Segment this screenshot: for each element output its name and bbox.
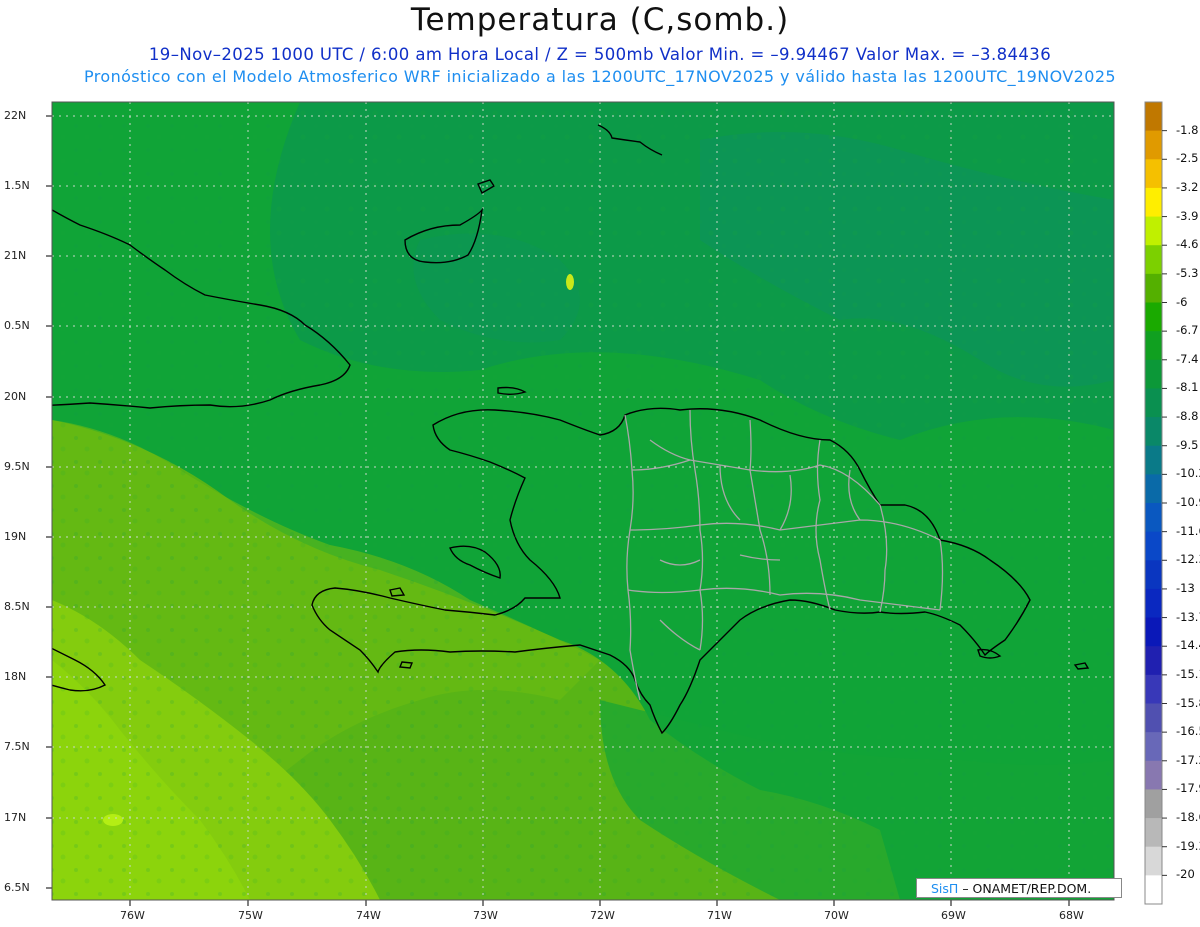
lon-label: 75W	[238, 909, 263, 922]
lat-label: 22N	[4, 109, 27, 122]
colorbar-label: -3.2	[1176, 179, 1199, 194]
colorbar-swatch	[1145, 273, 1162, 303]
lat-label: 9.5N	[4, 460, 30, 473]
colorbar-label: -7.4	[1176, 351, 1199, 366]
colorbar-swatch	[1145, 331, 1162, 361]
colorbar-swatch	[1145, 417, 1162, 447]
colorbar-swatch	[1145, 789, 1162, 819]
colorbar-label: -19.3	[1176, 838, 1200, 853]
colorbar-swatch	[1145, 818, 1162, 848]
colorbar-label: -1.8	[1176, 122, 1199, 137]
colorbar-swatch	[1145, 846, 1162, 876]
lon-label: 73W	[473, 909, 498, 922]
colorbar-label: -5.3	[1176, 265, 1199, 280]
lat-label: 19N	[4, 530, 27, 543]
colorbar-label: -8.8	[1176, 409, 1199, 424]
colorbar-label: -9.5	[1176, 437, 1199, 452]
lat-label: 8.5N	[4, 600, 30, 613]
colorbar-label: -15.8	[1176, 695, 1200, 710]
credit-text: – ONAMET/REP.DOM.	[962, 881, 1092, 896]
colorbar-swatch	[1145, 245, 1162, 275]
colorbar-label: -6.7	[1176, 323, 1199, 338]
colorbar-label: -14.4	[1176, 638, 1200, 653]
colorbar-label: -17.2	[1176, 752, 1200, 767]
colorbar-label: -15.1	[1176, 666, 1200, 681]
map-title: Temperatura (C,somb.)	[410, 2, 790, 38]
colorbar-swatch	[1145, 703, 1162, 733]
colorbar-swatch	[1145, 216, 1162, 246]
colorbar-swatch	[1145, 474, 1162, 504]
weather-map	[46, 101, 1167, 906]
colorbar-label: -18.6	[1176, 810, 1200, 825]
colorbar-swatch	[1145, 388, 1162, 418]
colorbar-label: -11.6	[1176, 523, 1200, 538]
colorbar-swatch	[1145, 588, 1162, 619]
lon-label: 70W	[824, 909, 849, 922]
colorbar-label: -12.3	[1176, 552, 1200, 567]
colorbar-swatch	[1145, 503, 1162, 533]
colorbar-label: -8.1	[1176, 380, 1199, 395]
lat-label: 21N	[4, 249, 27, 262]
colorbar-swatch	[1145, 646, 1162, 676]
colorbar-label: -17.9	[1176, 781, 1200, 796]
colorbar-label: -3.9	[1176, 208, 1199, 223]
lat-label: 1.5N	[4, 179, 30, 192]
lat-label: 20N	[4, 390, 27, 403]
colorbar-swatch	[1145, 359, 1162, 389]
colorbar-label: -2.5	[1176, 151, 1199, 166]
colorbar-swatch	[1145, 531, 1162, 561]
lon-label: 68W	[1059, 909, 1084, 922]
colorbar-swatch	[1145, 102, 1162, 132]
colorbar-swatch	[1145, 674, 1162, 704]
lon-label: 72W	[590, 909, 615, 922]
colorbar-label: -16.5	[1176, 724, 1200, 739]
colorbar	[1144, 101, 1167, 905]
credit-box: SisΠ – ONAMET/REP.DOM.	[916, 878, 1122, 898]
lat-label: 18N	[4, 670, 27, 683]
lat-label: 0.5N	[4, 319, 30, 332]
colorbar-label: -13.7	[1176, 609, 1200, 624]
colorbar-swatch	[1145, 302, 1162, 332]
model-info-subtitle: Pronóstico con el Modelo Atmosferico WRF…	[84, 67, 1116, 86]
colorbar-label: -20	[1176, 867, 1195, 882]
lon-label: 71W	[707, 909, 732, 922]
lat-label: 7.5N	[4, 740, 30, 753]
colorbar-swatch	[1145, 732, 1162, 762]
colorbar-swatch	[1145, 159, 1162, 189]
lon-label: 76W	[120, 909, 145, 922]
lat-label: 17N	[4, 811, 27, 824]
colorbar-swatch	[1145, 560, 1162, 590]
colorbar-label: -4.6	[1176, 237, 1199, 252]
colorbar-swatch	[1145, 445, 1162, 475]
lat-label: 6.5N	[4, 881, 30, 894]
sispi-logo: SisΠ	[931, 881, 959, 896]
colorbar-label: -10.2	[1176, 466, 1200, 481]
lon-label: 69W	[941, 909, 966, 922]
colorbar-swatch	[1145, 130, 1162, 160]
lon-label: 74W	[356, 909, 381, 922]
temperature-field	[52, 102, 1114, 900]
colorbar-swatch	[1145, 187, 1162, 218]
colorbar-label: -6	[1176, 294, 1188, 309]
colorbar-swatch	[1145, 617, 1162, 647]
valid-time-subtitle: 19–Nov–2025 1000 UTC / 6:00 am Hora Loca…	[148, 45, 1052, 64]
colorbar-label: -10.9	[1176, 495, 1200, 509]
colorbar-swatch	[1145, 875, 1162, 905]
colorbar-swatch	[1145, 760, 1162, 790]
colorbar-label: -13	[1176, 580, 1195, 595]
